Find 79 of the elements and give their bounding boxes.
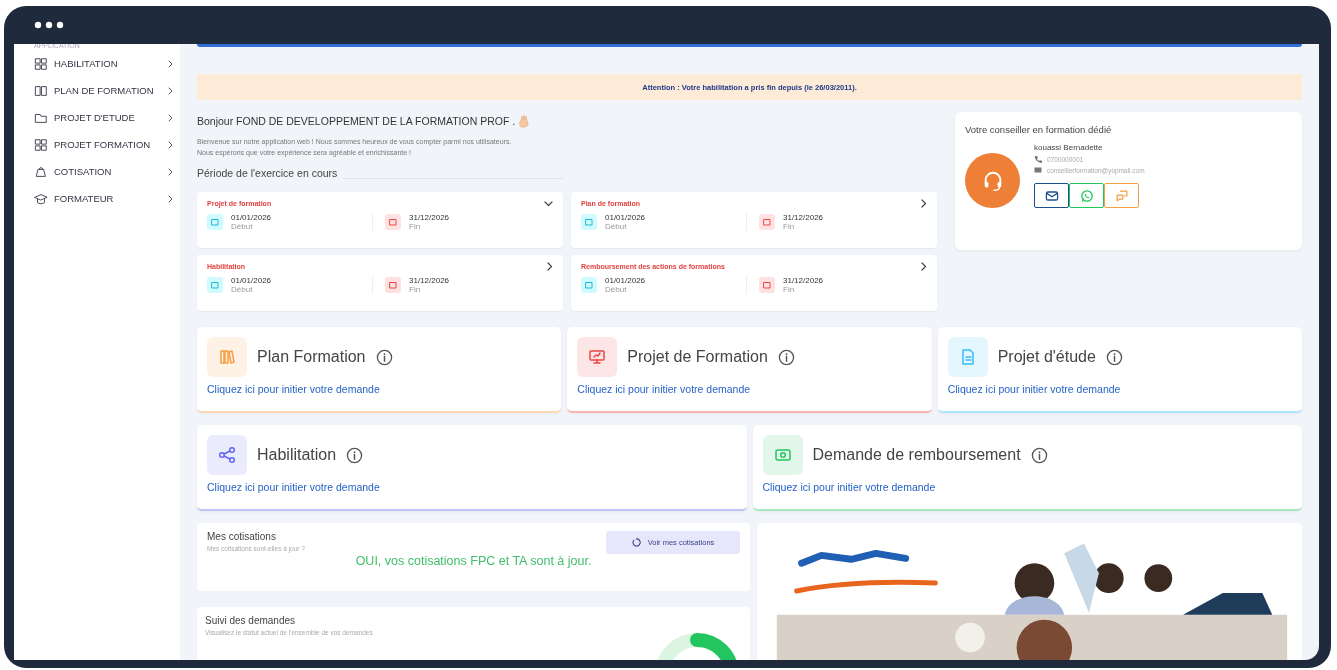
nodes-icon (217, 445, 237, 465)
calendar-glyph-icon (585, 218, 593, 226)
card-title: Habilitation (257, 446, 337, 464)
request-link[interactable]: Cliquez ici pour initier votre demande (207, 383, 380, 395)
info-icon (375, 348, 393, 366)
date-value: 31/12/2026 (409, 276, 450, 285)
calendar-glyph-icon (211, 281, 219, 289)
envelope-icon (1034, 166, 1042, 174)
request-link[interactable]: Cliquez ici pour initier votre demande (207, 481, 380, 493)
card-title: Votre conseiller en formation dédié (965, 124, 1113, 135)
date-label: Début (231, 285, 254, 294)
chevron-right-icon (168, 140, 174, 149)
calendar-glyph-icon (763, 281, 771, 289)
chevron-right-icon (168, 194, 174, 203)
date-value: 01/01/2026 (605, 276, 646, 285)
refresh-icon (631, 538, 641, 547)
date-value: 01/01/2026 (231, 213, 272, 222)
request-link[interactable]: Cliquez ici pour initier votre demande (947, 383, 1121, 395)
chevron-right-icon (168, 113, 174, 122)
date-label: Fin (783, 222, 796, 231)
date-value: 01/01/2026 (605, 213, 646, 222)
advisor-name: kouassi Bernadette (1034, 143, 1104, 152)
section-title: Période de l'exercice en cours (197, 167, 338, 179)
grid-icon (34, 137, 48, 152)
calendar-glyph-icon (585, 281, 593, 289)
action-card[interactable]: Demande de remboursement Cliquez ici pour initier votre demande (752, 425, 1302, 511)
sidebar-item[interactable]: PROJET D'ETUDE (34, 104, 180, 131)
card-title: Plan Formation (257, 348, 366, 366)
chat-bubble-icon (1078, 187, 1095, 204)
sidebar-item[interactable]: FORMATEUR (34, 185, 180, 212)
chevron-right-icon (168, 86, 174, 95)
sidebar-item[interactable]: PROJET FORMATION (34, 131, 180, 158)
info-icon (1105, 348, 1123, 366)
action-card[interactable]: Projet d'étude Cliquez ici pour initier votre demande (937, 327, 1302, 413)
info-icon (1030, 446, 1048, 464)
date-value: 01/01/2026 (231, 276, 272, 285)
calendar-glyph-icon (389, 218, 397, 226)
request-link[interactable]: Cliquez ici pour initier votre demande (577, 383, 751, 395)
date-value: 31/12/2026 (783, 213, 824, 222)
chevron-right-icon (168, 59, 174, 68)
calendar-glyph-icon (763, 218, 771, 226)
action-card[interactable]: Plan Formation Cliquez ici pour initier votre demande (197, 327, 562, 413)
bag-icon (34, 164, 48, 179)
books-icon (217, 347, 237, 367)
action-card[interactable]: Habilitation Cliquez ici pour initier votre demande (197, 425, 747, 511)
action-card[interactable]: Projet de Formation Cliquez ici pour initier votre demande (567, 327, 932, 413)
sidebar-item[interactable]: COTISATION (34, 158, 180, 185)
book-icon (34, 83, 48, 98)
info-icon (346, 446, 364, 464)
request-link[interactable]: Cliquez ici pour initier votre demande (762, 481, 936, 493)
date-value: 31/12/2026 (409, 213, 450, 222)
grid-icon (34, 56, 48, 71)
chat-button[interactable] (1104, 183, 1139, 208)
status-message: OUI, vos cotisations FPC et TA sont à jour. (354, 554, 593, 568)
date-label: Début (605, 222, 628, 231)
info-icon (777, 348, 795, 366)
graduation-cap-icon (34, 191, 48, 206)
card-title: Projet de Formation (627, 348, 768, 366)
card-title: Projet d'étude (997, 348, 1096, 366)
card-title: Suivi des demandes (205, 615, 297, 626)
mail-button[interactable] (1034, 183, 1069, 208)
card-title: Demande de remboursement (812, 446, 1021, 464)
card-title: Mes cotisations (207, 531, 277, 542)
date-label: Fin (409, 222, 422, 231)
sidebar-item[interactable]: PLAN DE FORMATION (34, 77, 180, 104)
calendar-glyph-icon (211, 218, 219, 226)
date-label: Fin (783, 285, 796, 294)
sidebar-item[interactable]: HABILITATION (34, 50, 180, 77)
chevron-right-icon (168, 167, 174, 176)
monitor-icon (587, 347, 608, 367)
waving-hand-icon (518, 114, 531, 128)
date-label: Fin (409, 285, 422, 294)
date-label: Début (231, 222, 254, 231)
date-value: 31/12/2026 (783, 276, 824, 285)
date-label: Début (605, 285, 628, 294)
greeting-title: Bonjour FOND DE DEVELOPPEMENT DE LA FORMATION PROF . (197, 115, 516, 127)
phone-icon (1034, 155, 1042, 163)
calendar-glyph-icon (389, 281, 397, 289)
window-dots-icon (34, 21, 64, 29)
